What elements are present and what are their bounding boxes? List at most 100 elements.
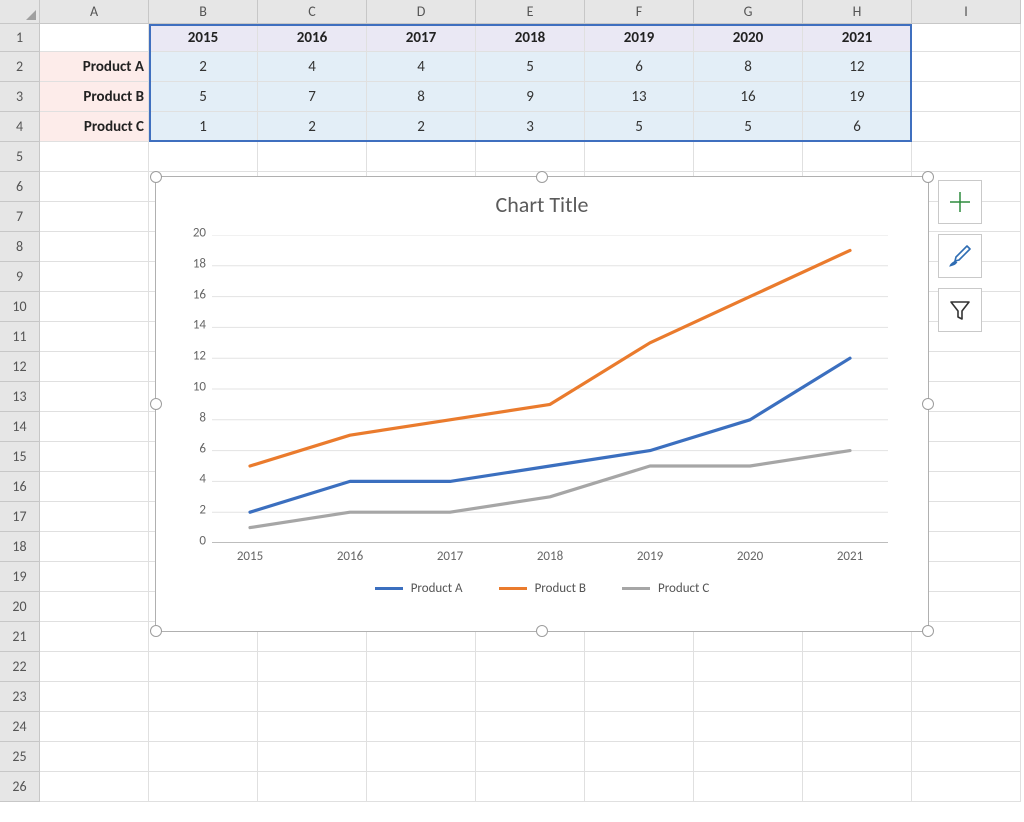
cell-G23[interactable] — [694, 682, 803, 712]
column-header-I[interactable]: I — [912, 0, 1021, 24]
row-header-5[interactable]: 5 — [0, 142, 40, 172]
cell-B5[interactable] — [149, 142, 258, 172]
chart-handle-w[interactable] — [150, 398, 162, 410]
row-header-8[interactable]: 8 — [0, 232, 40, 262]
cell-H1[interactable]: 2021 — [803, 24, 912, 52]
cell-H5[interactable] — [803, 142, 912, 172]
cell-A25[interactable] — [40, 742, 149, 772]
cell-C26[interactable] — [258, 772, 367, 802]
cell-G24[interactable] — [694, 712, 803, 742]
cell-A24[interactable] — [40, 712, 149, 742]
cell-I22[interactable] — [912, 652, 1021, 682]
column-header-D[interactable]: D — [367, 0, 476, 24]
cell-G22[interactable] — [694, 652, 803, 682]
column-header-B[interactable]: B — [149, 0, 258, 24]
cell-C4[interactable]: 2 — [258, 112, 367, 142]
row-header-6[interactable]: 6 — [0, 172, 40, 202]
cell-D3[interactable]: 8 — [367, 82, 476, 112]
cell-G5[interactable] — [694, 142, 803, 172]
cell-C2[interactable]: 4 — [258, 52, 367, 82]
row-header-26[interactable]: 26 — [0, 772, 40, 802]
cell-G3[interactable]: 16 — [694, 82, 803, 112]
row-header-16[interactable]: 16 — [0, 472, 40, 502]
row-header-15[interactable]: 15 — [0, 442, 40, 472]
cell-A9[interactable] — [40, 262, 149, 292]
cell-B23[interactable] — [149, 682, 258, 712]
chart-legend[interactable]: Product AProduct BProduct C — [156, 581, 928, 596]
cell-C1[interactable]: 2016 — [258, 24, 367, 52]
cell-I3[interactable] — [912, 82, 1021, 112]
cell-H24[interactable] — [803, 712, 912, 742]
row-header-24[interactable]: 24 — [0, 712, 40, 742]
cell-I25[interactable] — [912, 742, 1021, 772]
cell-A7[interactable] — [40, 202, 149, 232]
cell-B22[interactable] — [149, 652, 258, 682]
cell-G26[interactable] — [694, 772, 803, 802]
chart-handle-ne[interactable] — [922, 171, 934, 183]
cell-A19[interactable] — [40, 562, 149, 592]
cell-A26[interactable] — [40, 772, 149, 802]
cell-A22[interactable] — [40, 652, 149, 682]
cell-H4[interactable]: 6 — [803, 112, 912, 142]
cell-D1[interactable]: 2017 — [367, 24, 476, 52]
cell-B2[interactable]: 2 — [149, 52, 258, 82]
cell-F22[interactable] — [585, 652, 694, 682]
cell-A21[interactable] — [40, 622, 149, 652]
cell-F24[interactable] — [585, 712, 694, 742]
cell-F2[interactable]: 6 — [585, 52, 694, 82]
column-header-E[interactable]: E — [476, 0, 585, 24]
cell-I26[interactable] — [912, 772, 1021, 802]
cell-I23[interactable] — [912, 682, 1021, 712]
cell-H25[interactable] — [803, 742, 912, 772]
cell-D23[interactable] — [367, 682, 476, 712]
row-header-7[interactable]: 7 — [0, 202, 40, 232]
cell-D2[interactable]: 4 — [367, 52, 476, 82]
row-header-11[interactable]: 11 — [0, 322, 40, 352]
cell-F25[interactable] — [585, 742, 694, 772]
chart-handle-n[interactable] — [536, 171, 548, 183]
cell-E1[interactable]: 2018 — [476, 24, 585, 52]
cell-E23[interactable] — [476, 682, 585, 712]
cell-H22[interactable] — [803, 652, 912, 682]
cell-H23[interactable] — [803, 682, 912, 712]
column-header-H[interactable]: H — [803, 0, 912, 24]
cell-I1[interactable] — [912, 24, 1021, 52]
row-header-9[interactable]: 9 — [0, 262, 40, 292]
row-header-20[interactable]: 20 — [0, 592, 40, 622]
row-header-21[interactable]: 21 — [0, 622, 40, 652]
cell-I2[interactable] — [912, 52, 1021, 82]
cell-F3[interactable]: 13 — [585, 82, 694, 112]
cell-I24[interactable] — [912, 712, 1021, 742]
cell-E5[interactable] — [476, 142, 585, 172]
chart-handle-s[interactable] — [536, 625, 548, 637]
cell-B1[interactable]: 2015 — [149, 24, 258, 52]
cell-B3[interactable]: 5 — [149, 82, 258, 112]
cell-A6[interactable] — [40, 172, 149, 202]
cell-A15[interactable] — [40, 442, 149, 472]
cell-I4[interactable] — [912, 112, 1021, 142]
cell-F23[interactable] — [585, 682, 694, 712]
cell-B4[interactable]: 1 — [149, 112, 258, 142]
cell-D24[interactable] — [367, 712, 476, 742]
cell-A17[interactable] — [40, 502, 149, 532]
cell-A11[interactable] — [40, 322, 149, 352]
cell-A2[interactable]: Product A — [40, 52, 149, 82]
row-header-18[interactable]: 18 — [0, 532, 40, 562]
cell-G2[interactable]: 8 — [694, 52, 803, 82]
cell-C25[interactable] — [258, 742, 367, 772]
row-header-4[interactable]: 4 — [0, 112, 40, 142]
chart-elements-button[interactable] — [938, 180, 982, 224]
column-header-F[interactable]: F — [585, 0, 694, 24]
cell-A4[interactable]: Product C — [40, 112, 149, 142]
chart-filters-button[interactable] — [938, 288, 982, 332]
column-header-C[interactable]: C — [258, 0, 367, 24]
spreadsheet-sheet[interactable]: ABCDEFGHI 123456789101112131415161718192… — [0, 0, 1024, 822]
cell-A14[interactable] — [40, 412, 149, 442]
cell-G4[interactable]: 5 — [694, 112, 803, 142]
cell-A13[interactable] — [40, 382, 149, 412]
cell-B25[interactable] — [149, 742, 258, 772]
cell-G1[interactable]: 2020 — [694, 24, 803, 52]
row-header-14[interactable]: 14 — [0, 412, 40, 442]
cell-D4[interactable]: 2 — [367, 112, 476, 142]
cell-A10[interactable] — [40, 292, 149, 322]
